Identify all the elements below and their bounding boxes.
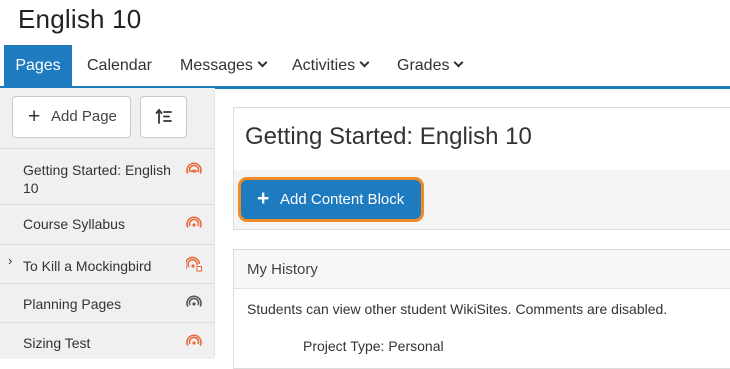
sort-pages-button[interactable] xyxy=(140,96,187,138)
tab-grades-label: Grades xyxy=(397,57,450,74)
chevron-down-icon xyxy=(454,57,464,68)
add-page-button[interactable]: + Add Page xyxy=(12,96,131,138)
page-item-label: To Kill a Mockingbird xyxy=(23,258,152,274)
sort-order-icon xyxy=(155,108,172,124)
add-content-block-label: Add Content Block xyxy=(280,191,405,208)
pages-sidebar: + Add Page Getting Started: English 10 Co… xyxy=(0,88,215,359)
page-item-label: Course Syllabus xyxy=(23,216,125,232)
tab-pages[interactable]: Pages xyxy=(4,45,72,86)
broadcast-icon xyxy=(186,162,202,174)
page-item-to-kill-a-mockingbird[interactable]: › To Kill a Mockingbird xyxy=(0,244,214,281)
plus-icon: + xyxy=(257,187,270,210)
chevron-right-icon[interactable]: › xyxy=(8,253,12,268)
tab-activities-label: Activities xyxy=(292,57,356,74)
tab-calendar[interactable]: Calendar xyxy=(87,45,152,86)
project-type: Project Type: Personal xyxy=(303,338,444,354)
tab-pages-label: Pages xyxy=(15,57,61,74)
tab-messages[interactable]: Messages xyxy=(180,45,268,86)
page-item-label: Getting Started: English 10 xyxy=(23,162,171,196)
page-item-sizing-test[interactable]: Sizing Test xyxy=(0,322,214,359)
page-item-label: Sizing Test xyxy=(23,335,91,351)
plus-icon: + xyxy=(28,105,41,128)
page-title: Getting Started: English 10 xyxy=(245,123,532,150)
tab-messages-label: Messages xyxy=(180,57,253,74)
tab-activities[interactable]: Activities xyxy=(292,45,370,86)
history-description: Students can view other student WikiSite… xyxy=(247,301,668,317)
course-nav: Pages Calendar Messages Activities Grade… xyxy=(0,45,730,89)
broadcast-scheduled-icon xyxy=(186,256,202,272)
chevron-down-icon xyxy=(359,57,370,68)
history-header: My History xyxy=(234,250,730,289)
page-item-getting-started[interactable]: Getting Started: English 10 xyxy=(0,148,214,198)
history-title: My History xyxy=(247,261,318,278)
page-item-course-syllabus[interactable]: Course Syllabus xyxy=(0,204,214,241)
chevron-down-icon xyxy=(257,57,268,68)
page-item-planning-pages[interactable]: Planning Pages xyxy=(0,283,214,320)
tab-grades[interactable]: Grades xyxy=(397,45,464,86)
course-title: English 10 xyxy=(18,4,142,34)
broadcast-icon xyxy=(186,295,202,307)
broadcast-icon xyxy=(186,216,202,228)
broadcast-icon xyxy=(186,334,202,346)
page-item-label: Planning Pages xyxy=(23,296,122,312)
history-panel: My History Students can view other stude… xyxy=(233,249,730,369)
page-header: Getting Started: English 10 xyxy=(233,107,730,171)
add-content-block-button[interactable]: + Add Content Block xyxy=(238,177,424,222)
tab-calendar-label: Calendar xyxy=(87,57,152,74)
add-page-label: Add Page xyxy=(51,108,117,125)
